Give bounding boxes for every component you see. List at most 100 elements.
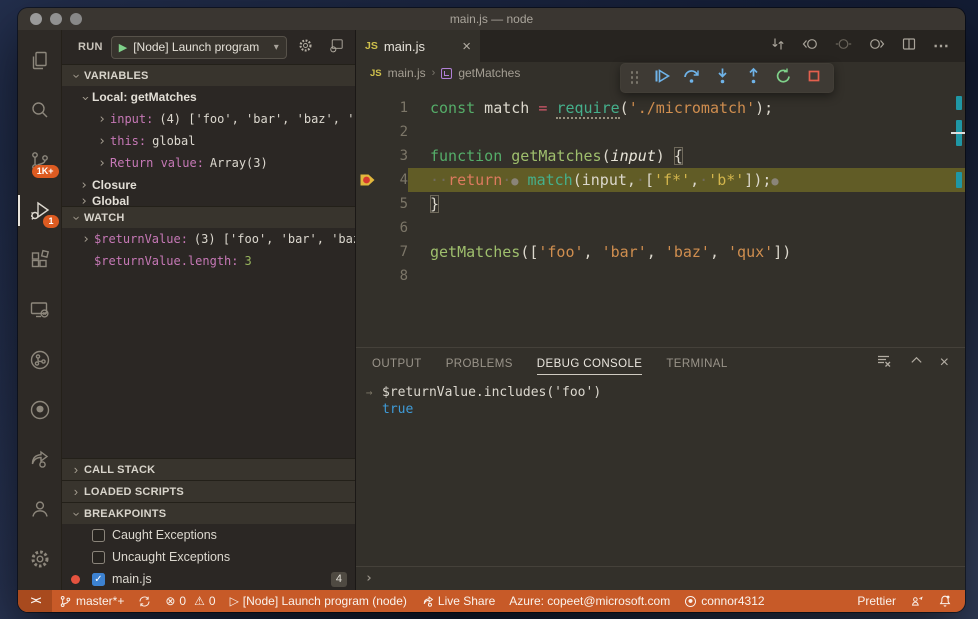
tab-main-js[interactable]: JS main.js × xyxy=(356,30,480,62)
live-share-status[interactable]: Live Share xyxy=(414,594,502,608)
current-line-breakpoint-icon[interactable] xyxy=(356,168,378,192)
nav-back-icon[interactable] xyxy=(802,36,819,57)
split-editor-icon[interactable] xyxy=(901,36,917,57)
sidebar-item-remote-explorer[interactable] xyxy=(18,287,62,334)
section-header-watch[interactable]: › WATCH xyxy=(62,206,355,228)
tab-debug-console[interactable]: DEBUG CONSOLE xyxy=(536,352,643,375)
step-out-button[interactable] xyxy=(744,67,763,90)
glyph-margin[interactable] xyxy=(356,216,378,240)
code-text[interactable] xyxy=(408,216,965,240)
breakpoint-row[interactable]: Uncaught Exceptions xyxy=(62,546,355,568)
section-header-loaded-scripts[interactable]: › LOADED SCRIPTS xyxy=(62,480,355,502)
scope-group-row[interactable]: › Closure xyxy=(62,174,355,196)
code-line[interactable]: 1 const match = require('./micromatch'); xyxy=(356,96,965,120)
stop-button[interactable] xyxy=(805,67,823,90)
glyph-margin[interactable] xyxy=(356,144,378,168)
maximize-panel-icon[interactable] xyxy=(909,353,924,373)
code-text[interactable]: ··return·● match(input,·['f*',·'b*']);● xyxy=(408,168,965,192)
nav-forward-icon[interactable] xyxy=(868,36,885,57)
code-line[interactable]: 5} xyxy=(356,192,965,216)
watch-row[interactable]: › $returnValue: (3) ['foo', 'bar', 'baz'… xyxy=(62,228,355,250)
remote-indicator[interactable]: >< xyxy=(18,590,52,612)
restart-button[interactable] xyxy=(774,67,793,90)
git-branch-status[interactable]: master*+ xyxy=(52,594,131,608)
problems-status[interactable]: ⊗ 0 ⚠ 0 xyxy=(158,594,222,608)
debug-target-status[interactable]: ▷ [Node] Launch program (node) xyxy=(223,594,414,608)
close-panel-icon[interactable]: × xyxy=(940,354,949,372)
sync-status[interactable] xyxy=(131,595,158,608)
nav-current-icon[interactable] xyxy=(835,36,852,57)
more-actions-icon[interactable]: ⋯ xyxy=(933,36,951,56)
clear-console-icon[interactable] xyxy=(876,353,893,374)
azure-account-status[interactable]: Azure: copeet@microsoft.com xyxy=(502,594,677,608)
start-debug-icon[interactable]: ▶ xyxy=(119,41,127,54)
sidebar-item-source-control[interactable]: 1K+ xyxy=(18,137,62,184)
code-text[interactable] xyxy=(408,264,965,288)
line-number[interactable]: 5 xyxy=(378,192,408,216)
code-line[interactable]: 7 getMatches(['foo', 'bar', 'baz', 'qux']… xyxy=(356,240,965,264)
open-changes-icon[interactable] xyxy=(770,36,786,57)
sidebar-item-run-and-debug[interactable]: 1 xyxy=(18,187,62,234)
scope-group-row[interactable]: › Global xyxy=(62,196,355,206)
close-tab-icon[interactable]: × xyxy=(462,38,471,55)
variable-row[interactable]: › Return value: Array(3) xyxy=(62,152,355,174)
launch-config-window-icon[interactable] xyxy=(328,37,345,57)
line-number[interactable]: 7 xyxy=(378,240,408,264)
sidebar-item-github[interactable] xyxy=(18,386,62,433)
breakpoint-row[interactable]: ✓ main.js 4 xyxy=(62,568,355,590)
line-number[interactable]: 6 xyxy=(378,216,408,240)
code-text[interactable]: function getMatches(input) { xyxy=(408,144,965,168)
code-line[interactable]: 2 xyxy=(356,120,965,144)
sidebar-item-live-share[interactable] xyxy=(18,436,62,483)
overview-ruler[interactable] xyxy=(951,84,965,347)
line-number[interactable]: 8 xyxy=(378,264,408,288)
line-number[interactable]: 1 xyxy=(378,96,408,120)
line-number[interactable]: 3 xyxy=(378,144,408,168)
breadcrumb-symbol[interactable]: getMatches xyxy=(458,66,520,80)
configure-gear-icon[interactable] xyxy=(297,37,314,57)
code-text[interactable] xyxy=(408,120,965,144)
continue-button[interactable] xyxy=(652,67,671,90)
feedback-status[interactable] xyxy=(903,595,931,608)
notifications-status[interactable] xyxy=(931,594,959,608)
glyph-margin[interactable] xyxy=(356,192,378,216)
sidebar-item-search[interactable] xyxy=(18,88,62,135)
code-editor[interactable]: 1 const match = require('./micromatch'); 2… xyxy=(356,84,965,347)
code-text[interactable]: getMatches(['foo', 'bar', 'baz', 'qux']) xyxy=(408,240,965,264)
step-over-button[interactable] xyxy=(682,67,701,90)
glyph-margin[interactable] xyxy=(356,240,378,264)
code-text[interactable]: } xyxy=(408,192,965,216)
checkbox-unchecked[interactable] xyxy=(92,550,105,564)
launch-config-dropdown[interactable]: ▶ [Node] Launch program ▾ xyxy=(110,35,287,59)
section-header-call-stack[interactable]: › CALL STACK xyxy=(62,458,355,480)
glyph-margin[interactable] xyxy=(356,120,378,144)
prettier-status[interactable]: Prettier xyxy=(850,594,903,608)
code-text[interactable]: const match = require('./micromatch'); xyxy=(408,96,965,120)
glyph-margin[interactable] xyxy=(356,96,378,120)
glyph-margin[interactable] xyxy=(356,264,378,288)
sidebar-item-git-graph[interactable] xyxy=(18,336,62,383)
section-header-variables[interactable]: › VARIABLES xyxy=(62,64,355,86)
sidebar-item-extensions[interactable] xyxy=(18,237,62,284)
watch-row[interactable]: $returnValue.length: 3 xyxy=(62,250,355,272)
tab-output[interactable]: OUTPUT xyxy=(372,352,422,374)
line-number[interactable]: 2 xyxy=(378,120,408,144)
tab-terminal[interactable]: TERMINAL xyxy=(666,352,727,374)
variable-row[interactable]: › input: (4) ['foo', 'bar', 'baz', 'qux'… xyxy=(62,108,355,130)
github-account-status[interactable]: connor4312 xyxy=(677,594,771,608)
tab-problems[interactable]: PROBLEMS xyxy=(446,352,513,374)
drag-handle-icon[interactable] xyxy=(630,71,640,85)
checkbox-checked[interactable]: ✓ xyxy=(92,572,105,586)
code-line[interactable]: 3 function getMatches(input) { xyxy=(356,144,965,168)
breakpoint-row[interactable]: Caught Exceptions xyxy=(62,524,355,546)
variable-row[interactable]: › this: global xyxy=(62,130,355,152)
scope-row[interactable]: › Local: getMatches xyxy=(62,86,355,108)
code-line[interactable]: 8 xyxy=(356,264,965,288)
code-line[interactable]: 4 ··return·● match(input,·['f*',·'b*']);● xyxy=(356,168,965,192)
sidebar-item-accounts[interactable] xyxy=(18,486,62,533)
sidebar-item-settings[interactable] xyxy=(18,535,62,582)
section-header-breakpoints[interactable]: › BREAKPOINTS xyxy=(62,502,355,524)
debug-console-input[interactable]: › xyxy=(356,566,965,590)
debug-console-output[interactable]: → $returnValue.includes('foo') true xyxy=(356,378,965,566)
sidebar-item-explorer[interactable] xyxy=(18,38,62,85)
